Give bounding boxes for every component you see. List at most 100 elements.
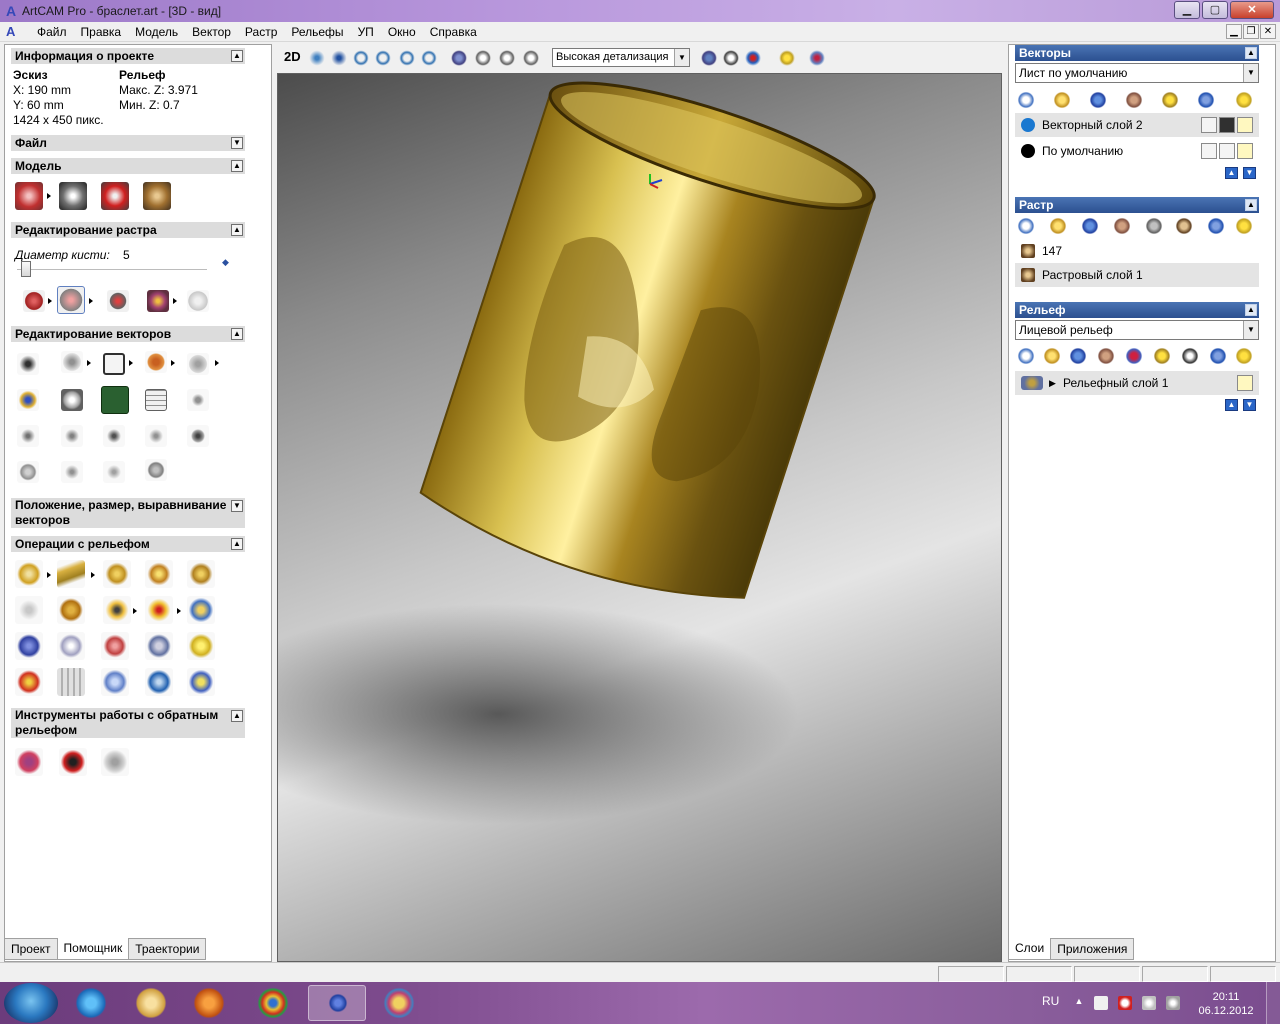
maximize-button[interactable]: ▢ bbox=[1202, 1, 1228, 19]
save-layer-icon[interactable] bbox=[1089, 91, 1107, 109]
lock-icon[interactable] bbox=[1201, 117, 1217, 133]
relief-mesh-icon[interactable] bbox=[145, 632, 173, 660]
vector-sheet-select[interactable]: Лист по умолчанию ▼ bbox=[1015, 63, 1259, 83]
move-up-icon[interactable]: ▲ bbox=[1225, 399, 1238, 411]
expand-arrow-icon[interactable]: ▶ bbox=[1049, 371, 1056, 395]
light-bulb-icon[interactable] bbox=[1237, 375, 1253, 391]
close-button[interactable]: ✕ bbox=[1230, 1, 1274, 19]
raster-bulbs-icon[interactable] bbox=[1235, 217, 1253, 235]
light-bulb-icon[interactable] bbox=[1237, 117, 1253, 133]
save-relief-icon[interactable] bbox=[1069, 347, 1087, 365]
menu-reliefs[interactable]: Рельефы bbox=[284, 25, 350, 39]
mdi-restore-button[interactable]: ❐ bbox=[1243, 24, 1259, 39]
zoom-window-icon[interactable] bbox=[398, 49, 416, 67]
reverse-relief-header[interactable]: Инструменты работы с обратным рельефом ▲ bbox=[11, 708, 245, 738]
relief-bulb-icon[interactable] bbox=[1153, 347, 1171, 365]
relief-header[interactable]: Рельеф ▲ bbox=[1015, 302, 1259, 318]
light-bulb-icon[interactable] bbox=[1237, 143, 1253, 159]
side-view-icon[interactable] bbox=[522, 49, 540, 67]
chevron-lines-icon[interactable] bbox=[145, 425, 167, 447]
zoom-out-icon[interactable] bbox=[374, 49, 392, 67]
mdi-minimize-button[interactable]: ▁ bbox=[1226, 24, 1242, 39]
tab-apps[interactable]: Приложения bbox=[1050, 938, 1135, 960]
abc-layout-icon[interactable] bbox=[101, 386, 129, 414]
3d-viewport[interactable] bbox=[277, 73, 1002, 962]
relief-column-icon[interactable] bbox=[57, 668, 85, 696]
language-indicator[interactable]: RU bbox=[1042, 994, 1059, 1008]
relief-ops-header[interactable]: Операции с рельефом ▲ bbox=[11, 536, 245, 552]
show-desktop-button[interactable] bbox=[1266, 982, 1280, 1024]
grid-view-icon[interactable] bbox=[722, 49, 740, 67]
reverse-cut-icon[interactable] bbox=[59, 748, 87, 776]
bracket-icon[interactable] bbox=[103, 425, 125, 447]
relief-wrap-icon[interactable] bbox=[145, 596, 173, 624]
artcam-taskbar-button[interactable] bbox=[308, 985, 366, 1021]
artcam-menu-icon[interactable]: A bbox=[6, 24, 22, 40]
relief-combine-icon[interactable] bbox=[15, 560, 43, 588]
material-icon[interactable] bbox=[808, 49, 826, 67]
relief-smooth-icon[interactable] bbox=[145, 560, 173, 588]
rectangle-icon[interactable] bbox=[103, 353, 125, 375]
paint-bucket-icon[interactable] bbox=[57, 286, 85, 314]
menu-window[interactable]: Окно bbox=[381, 25, 423, 39]
menu-toolpaths[interactable]: УП bbox=[351, 25, 381, 39]
menu-model[interactable]: Модель bbox=[128, 25, 185, 39]
network-icon[interactable] bbox=[1166, 996, 1180, 1010]
grey-raster-icon[interactable] bbox=[1145, 217, 1163, 235]
relief-plane-icon[interactable] bbox=[57, 560, 85, 588]
menu-raster[interactable]: Растр bbox=[238, 25, 284, 39]
relief-flat-icon[interactable] bbox=[101, 668, 129, 696]
volume-icon[interactable] bbox=[1142, 996, 1156, 1010]
merge-layer-icon[interactable] bbox=[1125, 91, 1143, 109]
raster-value-row[interactable]: 147 bbox=[1015, 239, 1259, 263]
expand-arrow-icon[interactable]: ▼ bbox=[231, 137, 243, 149]
layer-color-dot[interactable] bbox=[1021, 144, 1035, 158]
relief-select[interactable]: Лицевой рельеф ▼ bbox=[1015, 320, 1259, 340]
raster-layer-1[interactable]: Растровый слой 1 bbox=[1015, 263, 1259, 287]
move-down-icon[interactable]: ▼ bbox=[1243, 167, 1256, 179]
save-raster-icon[interactable] bbox=[1081, 217, 1099, 235]
mirror-icon[interactable] bbox=[103, 461, 125, 483]
raster-edit-header[interactable]: Редактирование растра ▲ bbox=[11, 222, 245, 238]
media-player-icon[interactable] bbox=[180, 985, 238, 1021]
tab-project[interactable]: Проект bbox=[4, 938, 58, 960]
model-size-icon[interactable] bbox=[15, 182, 43, 210]
collapse-arrow-icon[interactable]: ▲ bbox=[231, 328, 243, 340]
delete-raster-icon[interactable] bbox=[1207, 217, 1225, 235]
new-layer-icon[interactable] bbox=[1017, 91, 1035, 109]
window-titlebar[interactable]: A ArtCAM Pro - браслет.art - [3D - вид] … bbox=[0, 0, 1280, 22]
relief-grayscale-icon[interactable] bbox=[1181, 347, 1199, 365]
collapse-arrow-icon[interactable]: ▲ bbox=[231, 538, 243, 550]
model-color-icon[interactable] bbox=[101, 182, 129, 210]
relief-celtic-knot-icon[interactable] bbox=[57, 596, 85, 624]
layer-color-dot[interactable] bbox=[1021, 118, 1035, 132]
brush-slider-thumb[interactable] bbox=[21, 261, 31, 277]
new-relief-icon[interactable] bbox=[1017, 347, 1035, 365]
node-curve-icon[interactable] bbox=[17, 425, 39, 447]
detail-level-select[interactable]: Высокая детализация ▼ bbox=[552, 48, 690, 67]
raster-header[interactable]: Растр ▲ bbox=[1015, 197, 1259, 213]
collapse-arrow-icon[interactable]: ▲ bbox=[1245, 304, 1257, 316]
chrome-icon[interactable] bbox=[244, 985, 302, 1021]
relief-layer-1[interactable]: ▶ Рельефный слой 1 bbox=[1015, 371, 1259, 395]
move-up-icon[interactable]: ▲ bbox=[1225, 167, 1238, 179]
relief-globe-icon[interactable] bbox=[57, 632, 85, 660]
menu-help[interactable]: Справка bbox=[423, 25, 484, 39]
flag-icon[interactable] bbox=[1118, 996, 1132, 1010]
cloud-icon[interactable] bbox=[187, 290, 209, 312]
light-bulb-icon[interactable] bbox=[778, 49, 796, 67]
vector-edit-header[interactable]: Редактирование векторов ▲ bbox=[11, 326, 245, 342]
scatter-dots-icon[interactable] bbox=[187, 389, 209, 411]
move-down-icon[interactable]: ▼ bbox=[1243, 399, 1256, 411]
cylinder-icon[interactable] bbox=[17, 461, 39, 483]
mona-lisa-image-icon[interactable] bbox=[143, 182, 171, 210]
model-header[interactable]: Модель ▲ bbox=[11, 158, 245, 174]
visibility-bulbs-icon[interactable] bbox=[1235, 91, 1253, 109]
edit-pen-icon[interactable] bbox=[1219, 143, 1235, 159]
mdi-close-button[interactable]: ✕ bbox=[1260, 24, 1276, 39]
start-button[interactable] bbox=[4, 983, 58, 1023]
lock-icon[interactable] bbox=[1201, 143, 1217, 159]
tab-assistant[interactable]: Помощник bbox=[56, 938, 130, 960]
reverse-flat-icon[interactable] bbox=[101, 748, 129, 776]
relief-bulbs-icon[interactable] bbox=[1235, 347, 1253, 365]
